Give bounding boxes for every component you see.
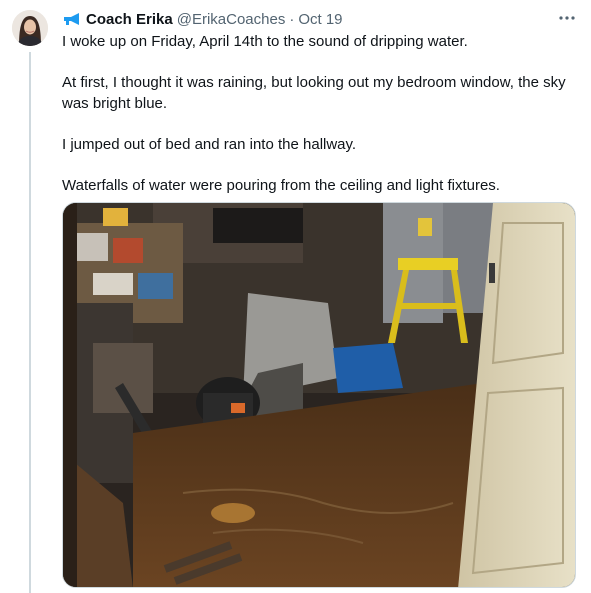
more-icon [559,16,575,20]
tweet-text: I woke up on Friday, April 14th to the s… [62,31,577,196]
tweet-date[interactable]: Oct 19 [298,11,342,28]
more-options-button[interactable] [555,7,579,29]
tweet-paragraph: Waterfalls of water were pouring from th… [62,177,500,194]
user-handle[interactable]: @ErikaCoaches [177,11,286,28]
separator: · [289,10,295,28]
flooded-basement-photo [63,203,575,587]
display-name[interactable]: Coach Erika [86,11,173,28]
megaphone-icon [62,12,82,26]
avatar[interactable] [12,10,48,46]
tweet-paragraph: I woke up on Friday, April 14th to the s… [62,33,468,50]
tweet-paragraph: At first, I thought it was raining, but … [62,74,566,112]
thread-line [29,52,31,593]
tweet-photo[interactable] [62,202,576,588]
tweet-header: Coach Erika @ErikaCoaches · Oct 19 [62,9,579,29]
tweet-paragraph: I jumped out of bed and ran into the hal… [62,136,357,153]
